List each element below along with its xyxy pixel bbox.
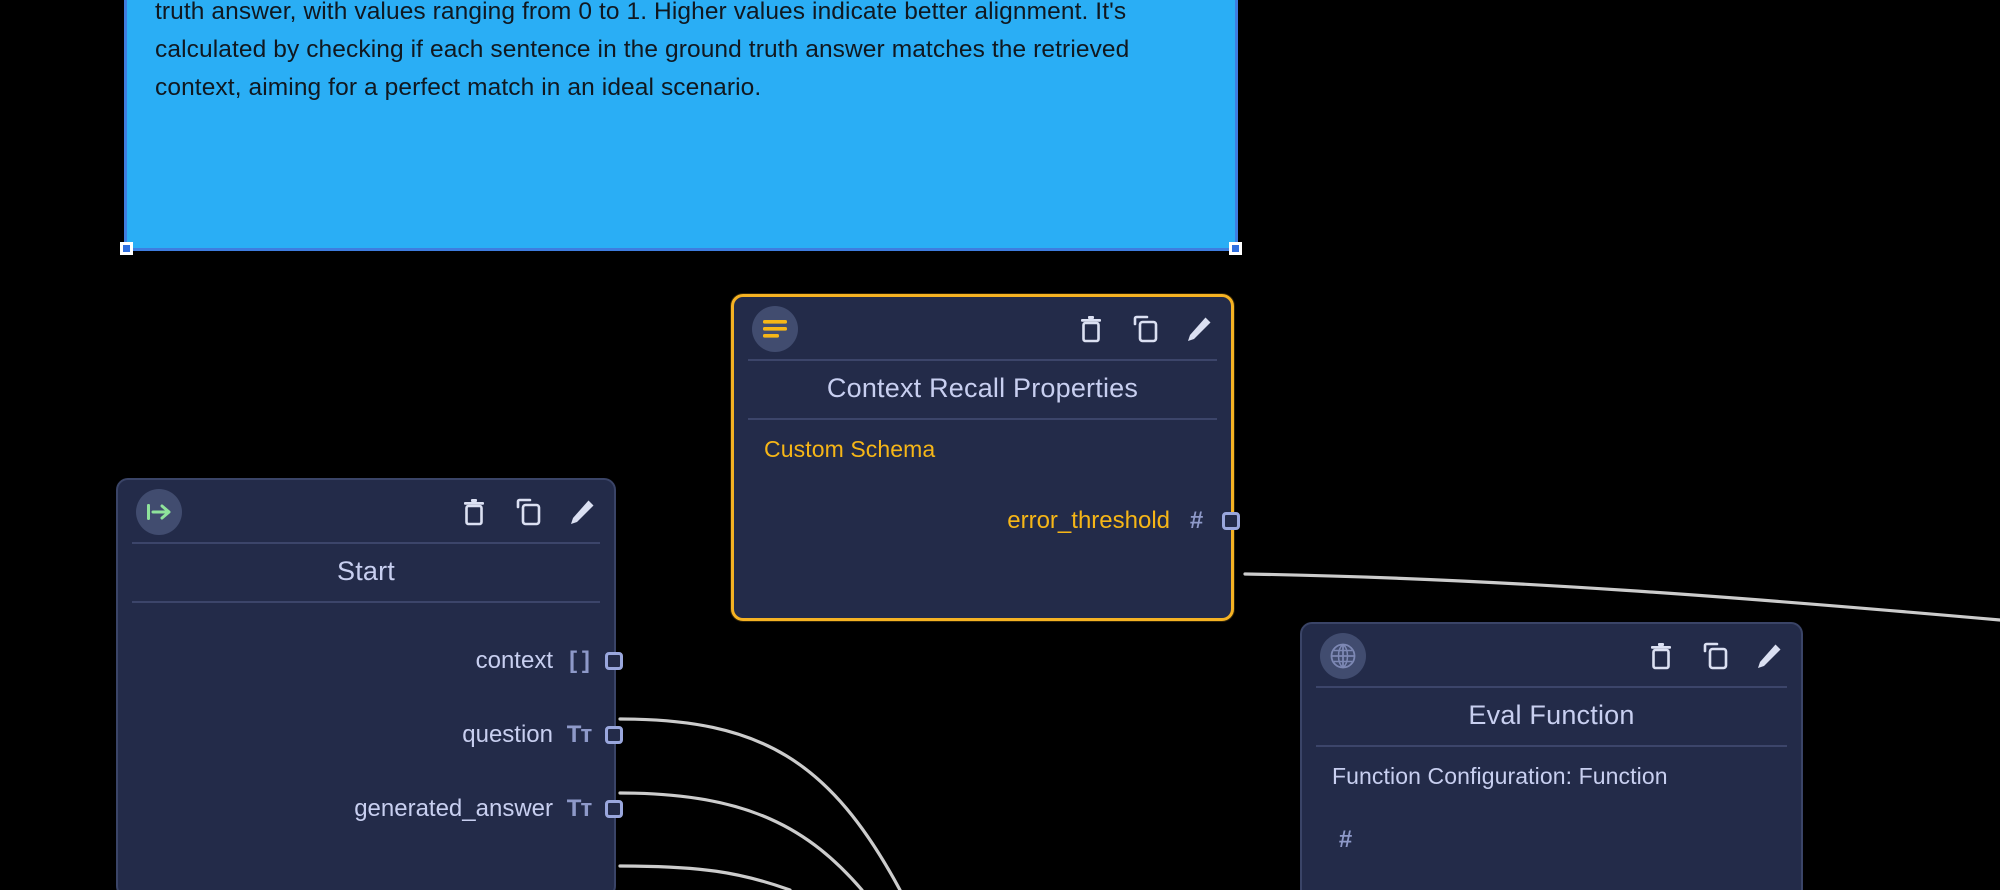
copy-icon bbox=[516, 498, 540, 526]
edit-button[interactable] bbox=[1185, 314, 1213, 344]
duplicate-button[interactable] bbox=[514, 497, 542, 527]
node-action-group bbox=[1077, 314, 1213, 344]
port-label: error_threshold bbox=[1007, 507, 1170, 534]
port-row-context[interactable]: context [ ] bbox=[118, 639, 623, 683]
node-context-recall-properties[interactable]: Context Recall Properties Custom Schema … bbox=[731, 294, 1240, 621]
edge-error-threshold bbox=[1243, 572, 2000, 622]
section-label-custom-schema: Custom Schema bbox=[764, 436, 936, 462]
list-lines-icon bbox=[763, 320, 787, 338]
pencil-icon bbox=[571, 500, 594, 524]
edge-question bbox=[618, 791, 864, 890]
sticky-note-context-recall[interactable]: Context recall is a metric that evaluate… bbox=[120, 0, 1242, 255]
port-row-generated-answer[interactable]: generated_answer Tт bbox=[118, 787, 623, 831]
trash-icon bbox=[464, 499, 484, 526]
node-title: Start bbox=[336, 556, 396, 586]
port-type-number-icon: # bbox=[1189, 507, 1203, 534]
node-action-group bbox=[460, 497, 596, 527]
node-header bbox=[734, 297, 1231, 359]
edit-button[interactable] bbox=[568, 497, 596, 527]
port-type-text-icon: Tт bbox=[566, 795, 592, 822]
edge-context bbox=[618, 717, 902, 890]
port-type-text-icon: Tт bbox=[566, 721, 592, 748]
node-title: Context Recall Properties bbox=[826, 373, 1139, 403]
delete-button[interactable] bbox=[460, 497, 488, 527]
port-type-number-icon: # bbox=[1338, 826, 1352, 853]
trash-icon bbox=[1651, 643, 1671, 670]
port-label: question bbox=[462, 721, 553, 748]
start-arrow-icon bbox=[147, 504, 171, 520]
node-title: Eval Function bbox=[1468, 700, 1635, 730]
port-type-array-icon: [ ] bbox=[569, 647, 590, 674]
port-label: context bbox=[475, 647, 553, 674]
node-eval-function[interactable]: Eval Function Function Configuration: Fu… bbox=[1300, 622, 1803, 890]
edit-button[interactable] bbox=[1755, 641, 1783, 671]
port-handle-error-threshold[interactable] bbox=[1222, 512, 1240, 530]
port-row-eval-number[interactable]: # bbox=[1302, 818, 1801, 862]
trash-icon bbox=[1081, 316, 1101, 343]
port-handle-context[interactable] bbox=[605, 652, 623, 670]
flow-canvas[interactable]: Context recall is a metric that evaluate… bbox=[0, 0, 2000, 890]
node-header bbox=[118, 480, 614, 542]
resize-handle-bottom-right[interactable] bbox=[1229, 242, 1242, 255]
delete-button[interactable] bbox=[1647, 641, 1675, 671]
section-label-function-configuration: Function Configuration: Function bbox=[1332, 763, 1668, 789]
port-label: generated_answer bbox=[354, 795, 553, 822]
node-icon-badge bbox=[1320, 633, 1366, 679]
node-header bbox=[1302, 624, 1801, 686]
port-handle-generated-answer[interactable] bbox=[605, 800, 623, 818]
duplicate-button[interactable] bbox=[1701, 641, 1729, 671]
node-icon-badge bbox=[752, 306, 798, 352]
resize-handle-bottom-left[interactable] bbox=[120, 242, 133, 255]
brain-icon bbox=[1330, 643, 1356, 669]
pencil-icon bbox=[1188, 317, 1211, 341]
port-row-error-threshold[interactable]: error_threshold # bbox=[734, 499, 1240, 543]
node-action-group bbox=[1647, 641, 1783, 671]
node-start[interactable]: Start context [ ] question Tт generated_… bbox=[116, 478, 623, 890]
copy-icon bbox=[1703, 642, 1727, 670]
copy-icon bbox=[1133, 315, 1157, 343]
port-row-question[interactable]: question Tт bbox=[118, 713, 623, 757]
port-handle-question[interactable] bbox=[605, 726, 623, 744]
node-icon-badge bbox=[136, 489, 182, 535]
delete-button[interactable] bbox=[1077, 314, 1105, 344]
sticky-note-text: Context recall is a metric that evaluate… bbox=[155, 0, 1130, 101]
pencil-icon bbox=[1758, 644, 1781, 668]
duplicate-button[interactable] bbox=[1131, 314, 1159, 344]
edge-generated-answer bbox=[618, 864, 792, 890]
